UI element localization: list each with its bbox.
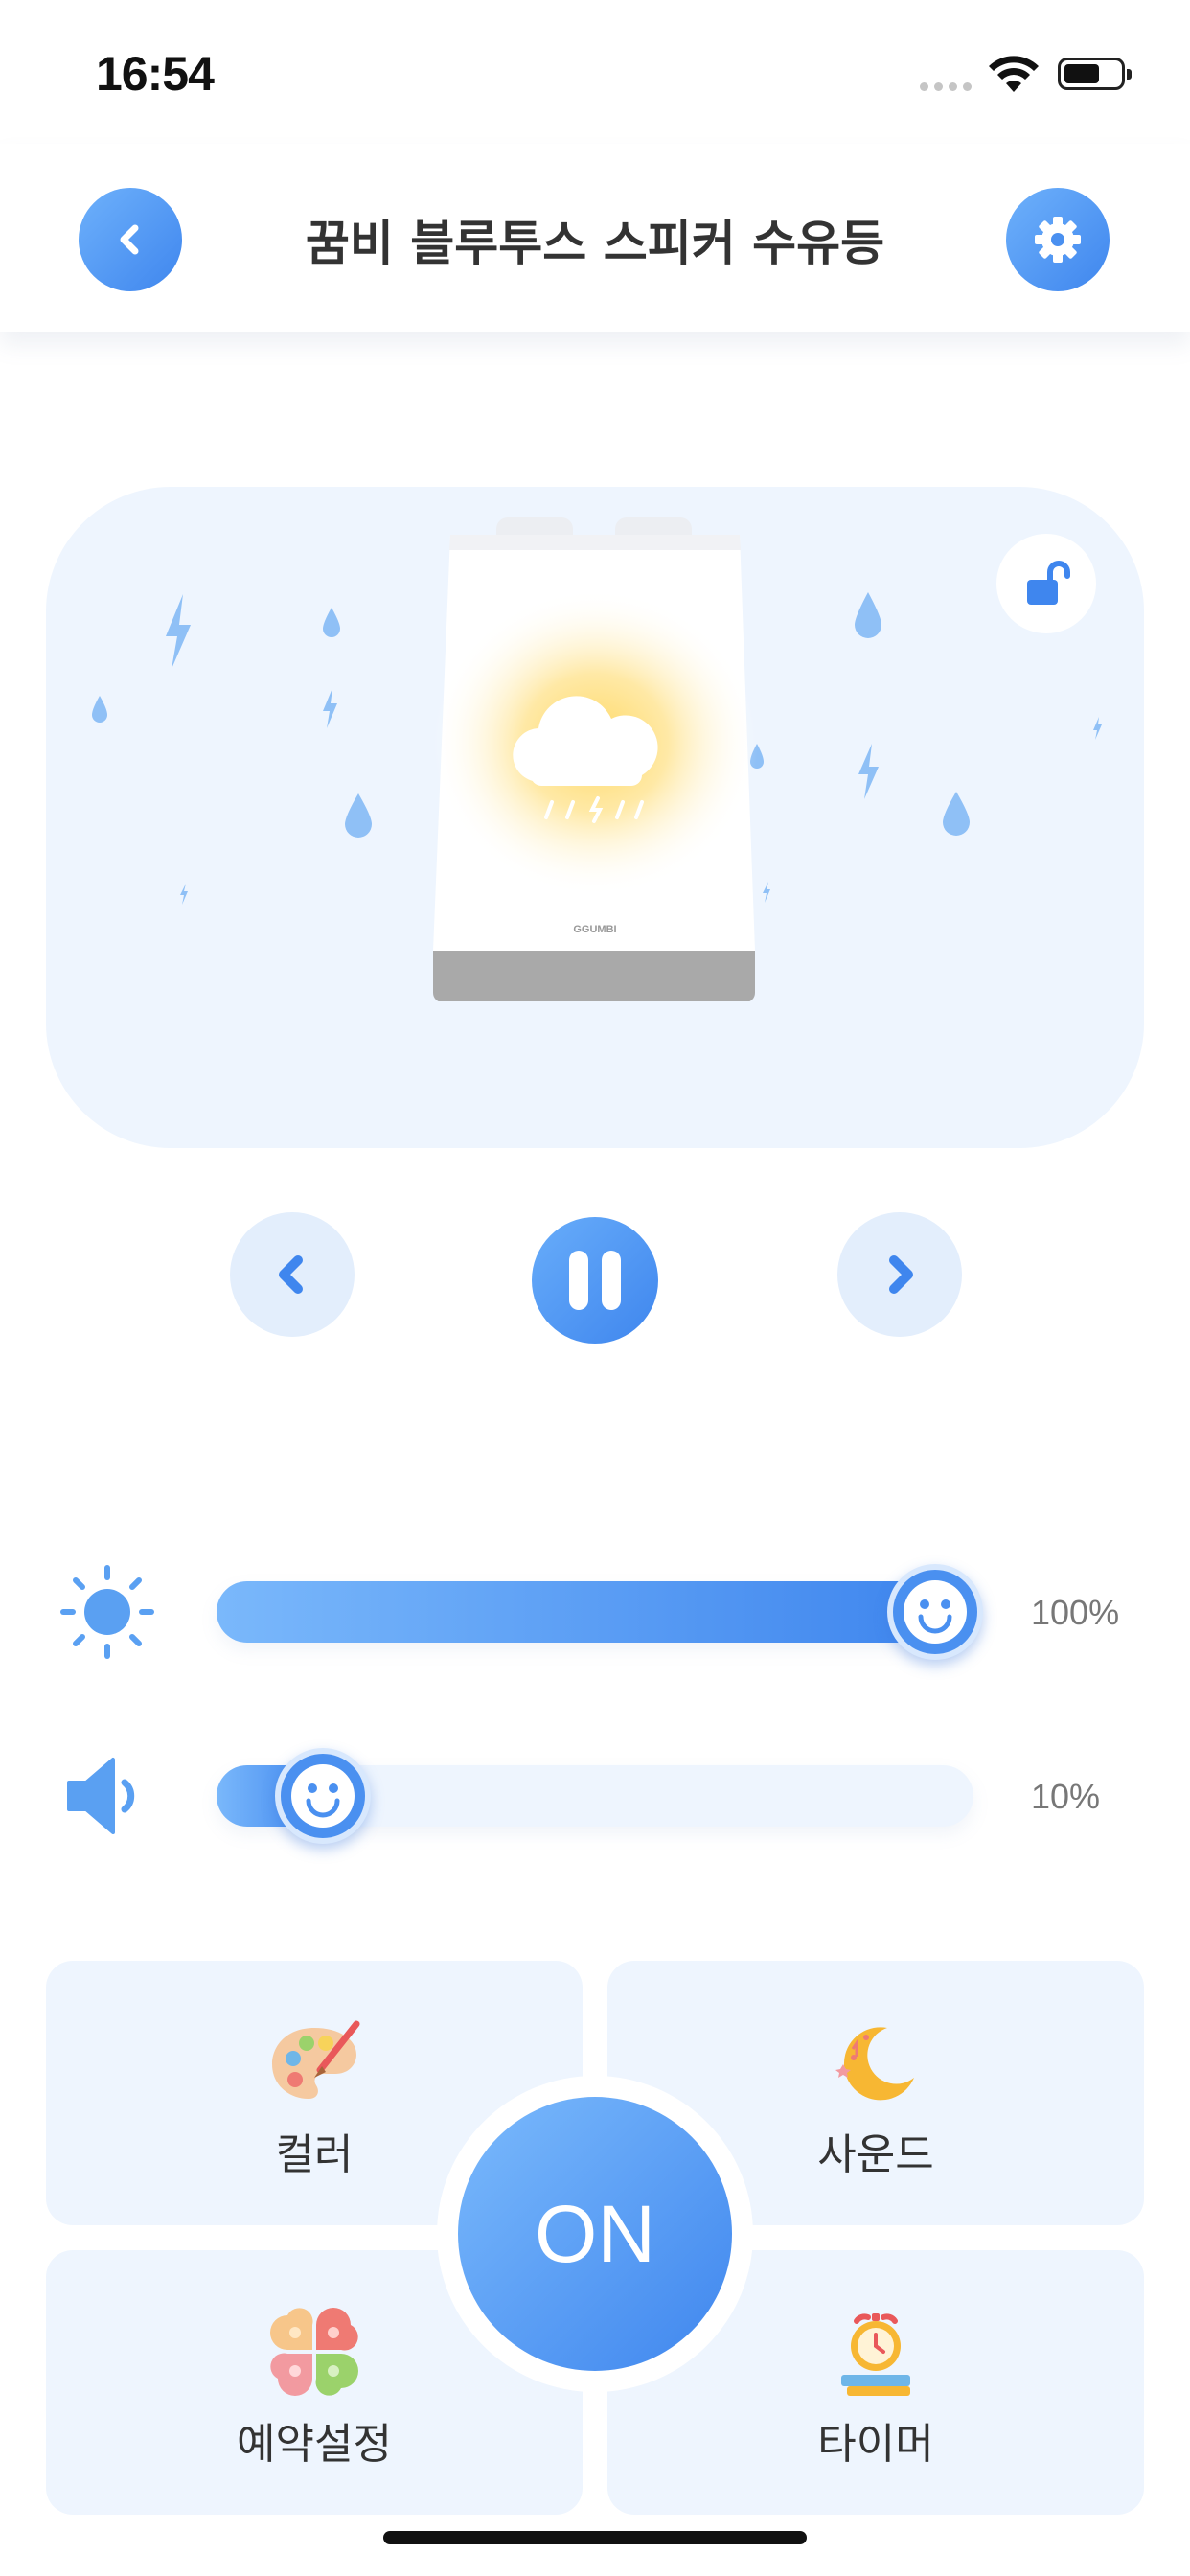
alarm-clock-books-icon: [841, 2313, 910, 2396]
unlock-icon: [1027, 561, 1070, 605]
brightness-slider[interactable]: [217, 1564, 983, 1660]
settings-button[interactable]: [1006, 188, 1110, 291]
gear-icon: [1035, 217, 1081, 263]
clover-schedule-icon: [270, 2308, 358, 2396]
lamp-device-illustration: GGUMBI: [432, 518, 758, 1001]
lock-button[interactable]: [996, 534, 1096, 633]
volume-slider-thumb[interactable]: [275, 1748, 371, 1844]
brightness-value: 100%: [1031, 1593, 1120, 1632]
chevron-left-icon: [279, 1255, 303, 1294]
chevron-right-icon: [889, 1255, 913, 1294]
timer-label: 타이머: [817, 2420, 934, 2469]
brightness-sun-icon: [60, 1565, 154, 1659]
home-indicator[interactable]: [383, 2531, 807, 2544]
pause-button[interactable]: [532, 1217, 658, 1344]
wifi-icon: [989, 56, 1039, 92]
previous-button[interactable]: [230, 1212, 355, 1337]
power-on-button[interactable]: ON: [458, 2097, 732, 2371]
pause-icon: [569, 1251, 588, 1310]
smiley-icon: [291, 1764, 355, 1828]
schedule-label: 예약설정: [237, 2420, 392, 2469]
lamp-brand-label: GGUMBI: [573, 924, 616, 935]
battery-icon: [1058, 58, 1132, 90]
next-button[interactable]: [837, 1212, 962, 1337]
app-header: 꿈비 블루투스 스피커 수유등: [0, 144, 1190, 332]
page-title: 꿈비 블루투스 스피커 수유등: [305, 216, 885, 271]
brightness-slider-fill: [217, 1581, 935, 1643]
smiley-icon: [904, 1580, 967, 1644]
volume-value: 10%: [1031, 1777, 1101, 1816]
volume-speaker-icon: [67, 1758, 135, 1834]
status-bar: 16:54: [0, 0, 1190, 144]
volume-slider[interactable]: [217, 1748, 973, 1844]
chevron-left-icon: [120, 224, 139, 255]
back-button[interactable]: [79, 188, 182, 291]
cellular-signal-icon: [920, 82, 972, 91]
palette-icon: [272, 2020, 360, 2099]
moon-music-icon: [835, 2027, 914, 2101]
status-time: 16:54: [96, 47, 215, 101]
brightness-slider-thumb[interactable]: [887, 1564, 983, 1660]
